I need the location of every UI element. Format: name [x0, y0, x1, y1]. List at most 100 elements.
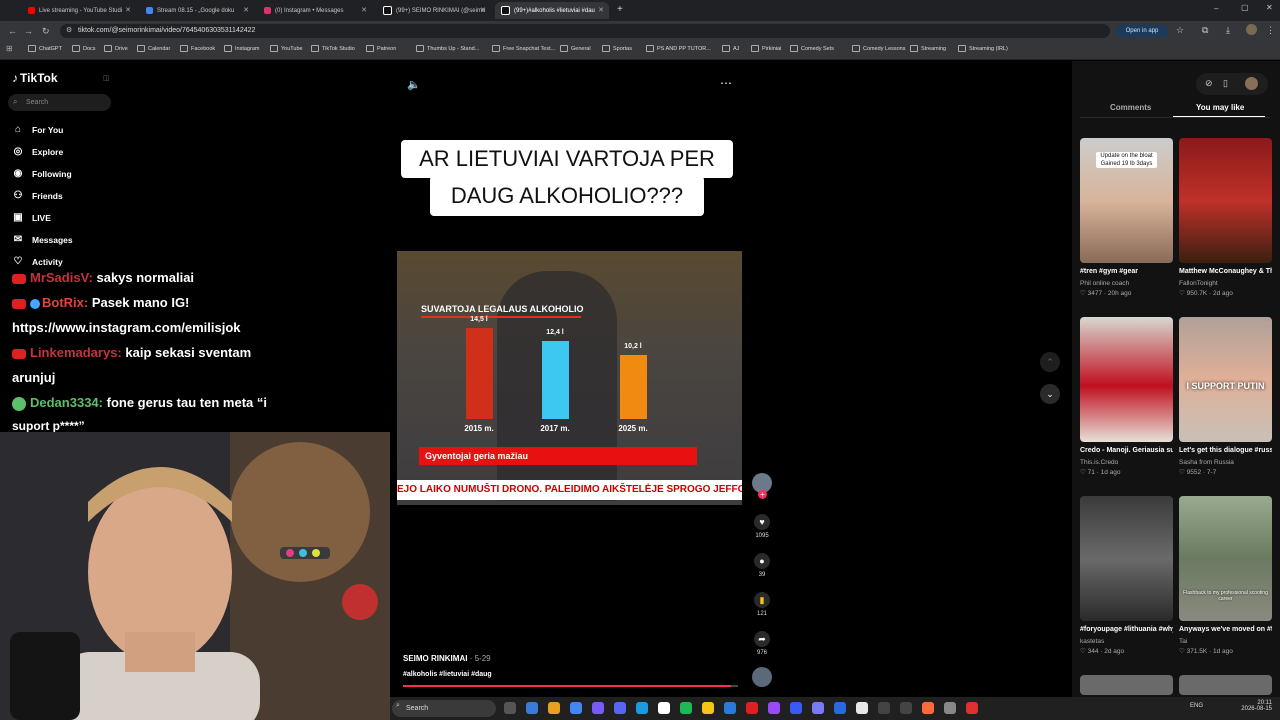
bookmark-item[interactable]: Drive [104, 45, 128, 52]
tiktok-logo[interactable]: ♪ TikTok [12, 71, 58, 85]
bookmark-item[interactable]: Streaming (IRL) [958, 45, 1008, 52]
sidebar-item-messages[interactable]: ✉ Messages [12, 234, 73, 245]
acrobat-icon[interactable] [746, 702, 758, 714]
bookmark-item[interactable]: Facebook [180, 45, 215, 52]
clock[interactable]: 20:11 2026-08-15 [1232, 700, 1272, 712]
spotify-icon[interactable] [680, 702, 692, 714]
bookmark-item[interactable]: YouTube [270, 45, 303, 52]
explorer-icon[interactable] [548, 702, 560, 714]
sidebar-item-following[interactable]: ◉ Following [12, 168, 72, 179]
bookmark-item[interactable]: Pirkiniai [751, 45, 781, 52]
tab-google-docs[interactable]: Stream 08.15 - „Google doku ✕ [140, 2, 254, 19]
card-author[interactable]: Tai [1179, 638, 1272, 645]
share-button[interactable]: ➦ 976 [752, 631, 772, 656]
bookmark-item[interactable]: Sportas [602, 45, 632, 52]
tiktok-icon[interactable] [658, 702, 670, 714]
close-icon[interactable]: ✕ [125, 6, 131, 14]
new-tab-button[interactable]: + [617, 4, 623, 15]
discord-icon[interactable] [614, 702, 626, 714]
bookmark-item[interactable]: Docs [72, 45, 96, 52]
tab-instagram[interactable]: (0) Instagram • Messages ✕ [258, 2, 372, 19]
bookmark-item[interactable]: Instagram [224, 45, 259, 52]
close-icon[interactable]: ✕ [361, 6, 367, 14]
reload-icon[interactable]: ↻ [42, 26, 50, 37]
next-video-button[interactable]: ⌄ [1040, 384, 1060, 404]
collapse-sidebar-icon[interactable]: ◫ [103, 74, 110, 82]
card-title[interactable]: #tren #gym #gear [1080, 267, 1173, 277]
bookmark-item[interactable]: PS AND PP TUTOR... [646, 45, 711, 52]
forward-icon[interactable]: → [24, 26, 33, 36]
card-author[interactable]: FallonTonight [1179, 280, 1272, 287]
bookmark-item[interactable]: AJ [722, 45, 739, 52]
sound-disc-icon[interactable] [752, 667, 772, 687]
bookmark-item[interactable]: Comedy Lessons [852, 45, 906, 52]
tab-tiktok-video[interactable]: (99+)#alkoholis #lietuviai #dau ✕ [495, 2, 609, 19]
previous-video-button[interactable]: ⌃ [1040, 352, 1060, 372]
menu-icon[interactable]: ⋮ [1266, 25, 1275, 36]
files-icon[interactable] [702, 702, 714, 714]
after-effects-icon[interactable] [768, 702, 780, 714]
photoshop-icon[interactable] [790, 702, 802, 714]
video-thumbnail[interactable] [1080, 496, 1173, 621]
progress-track[interactable] [403, 685, 738, 687]
notion-icon[interactable] [856, 702, 868, 714]
comment-button[interactable]: ● 39 [752, 553, 772, 578]
search-input[interactable]: Search [8, 94, 111, 111]
bookmark-item[interactable]: Streaming [910, 45, 946, 52]
card-author[interactable]: This.is.Credo [1080, 459, 1173, 466]
close-icon[interactable]: ✕ [243, 6, 249, 14]
language-indicator[interactable]: ENG [1190, 703, 1203, 709]
video-thumbnail[interactable] [1179, 138, 1272, 263]
apps-grid-icon[interactable]: ⊞ [6, 44, 13, 53]
tab-you-may-like[interactable]: You may like [1196, 103, 1244, 112]
download-icon[interactable]: ⤓ [1226, 25, 1230, 36]
card-title[interactable]: Let's get this dialogue #russia #russian [1179, 446, 1272, 456]
bookmark-item[interactable]: Calendar [137, 45, 170, 52]
bookmark-item[interactable]: General [560, 45, 591, 52]
video-thumbnail[interactable] [1080, 675, 1173, 695]
url-field[interactable]: tiktok.com/@seimorinkimai/video/76454063… [60, 24, 1110, 38]
star-icon[interactable]: ☆ [1176, 25, 1184, 36]
volume-icon[interactable]: 🔈 [407, 78, 421, 91]
sidebar-item-live[interactable]: ▣ LIVE [12, 212, 51, 223]
task-view-icon[interactable] [504, 702, 516, 714]
sidebar-item-activity[interactable]: ♡ Activity [12, 256, 63, 267]
close-window-button[interactable]: ✕ [1266, 3, 1273, 12]
bookmark-item[interactable]: Free Snapchat Test... [492, 45, 555, 52]
user-avatar[interactable] [1245, 77, 1258, 90]
profile-avatar[interactable] [1246, 24, 1257, 35]
card-author[interactable]: Phil online coach [1080, 280, 1173, 287]
more-options-icon[interactable]: ⋯ [720, 76, 732, 90]
extensions-icon[interactable]: ⧉ [1202, 25, 1208, 36]
tab-youtube-studio[interactable]: Live streaming - YouTube Studi ✕ [22, 2, 136, 19]
bookmark-item[interactable]: Thumbs Up - Stand... [416, 45, 479, 52]
close-icon[interactable]: ✕ [598, 6, 604, 14]
sidebar-item-explore[interactable]: ◎ Explore [12, 146, 64, 157]
follow-plus-icon[interactable]: + [758, 490, 767, 499]
card-title[interactable]: Matthew McConaughey & The Last Bison... [1179, 267, 1272, 277]
card-author[interactable]: Sasha from Russia [1179, 459, 1272, 466]
card-title[interactable]: #foryoupage #lithuania #whydotas [1080, 625, 1173, 635]
maximize-button[interactable]: ▢ [1241, 3, 1249, 12]
video-thumbnail[interactable]: Update on the bloat Gained 19 lb 3days [1080, 138, 1173, 263]
capcut-icon[interactable] [878, 702, 890, 714]
save-button[interactable]: ▮ 121 [752, 592, 772, 617]
video-thumbnail[interactable] [1179, 675, 1272, 695]
compass-icon[interactable]: ⊘ [1205, 78, 1213, 89]
back-icon[interactable]: ← [8, 26, 17, 36]
site-info-icon[interactable]: ⚙ [66, 26, 72, 34]
video-thumbnail[interactable]: Flashback to my professional scooting ca… [1179, 496, 1272, 621]
record-icon[interactable] [966, 702, 978, 714]
steam-icon[interactable] [636, 702, 648, 714]
settings-icon[interactable] [944, 702, 956, 714]
premiere-icon[interactable] [812, 702, 824, 714]
tab-comments[interactable]: Comments [1110, 103, 1151, 112]
chrome-icon[interactable] [570, 702, 582, 714]
sidebar-item-for-you[interactable]: ⌂ For You [12, 124, 63, 135]
card-author[interactable]: kastetas [1080, 638, 1173, 645]
word-icon[interactable] [724, 702, 736, 714]
video-thumbnail[interactable] [1080, 317, 1173, 442]
video-hashtags[interactable]: #alkoholis #lietuviai #daug [403, 671, 492, 678]
sidebar-item-friends[interactable]: ⚇ Friends [12, 190, 63, 201]
bookmark-item[interactable]: TikTok Studio [311, 45, 355, 52]
